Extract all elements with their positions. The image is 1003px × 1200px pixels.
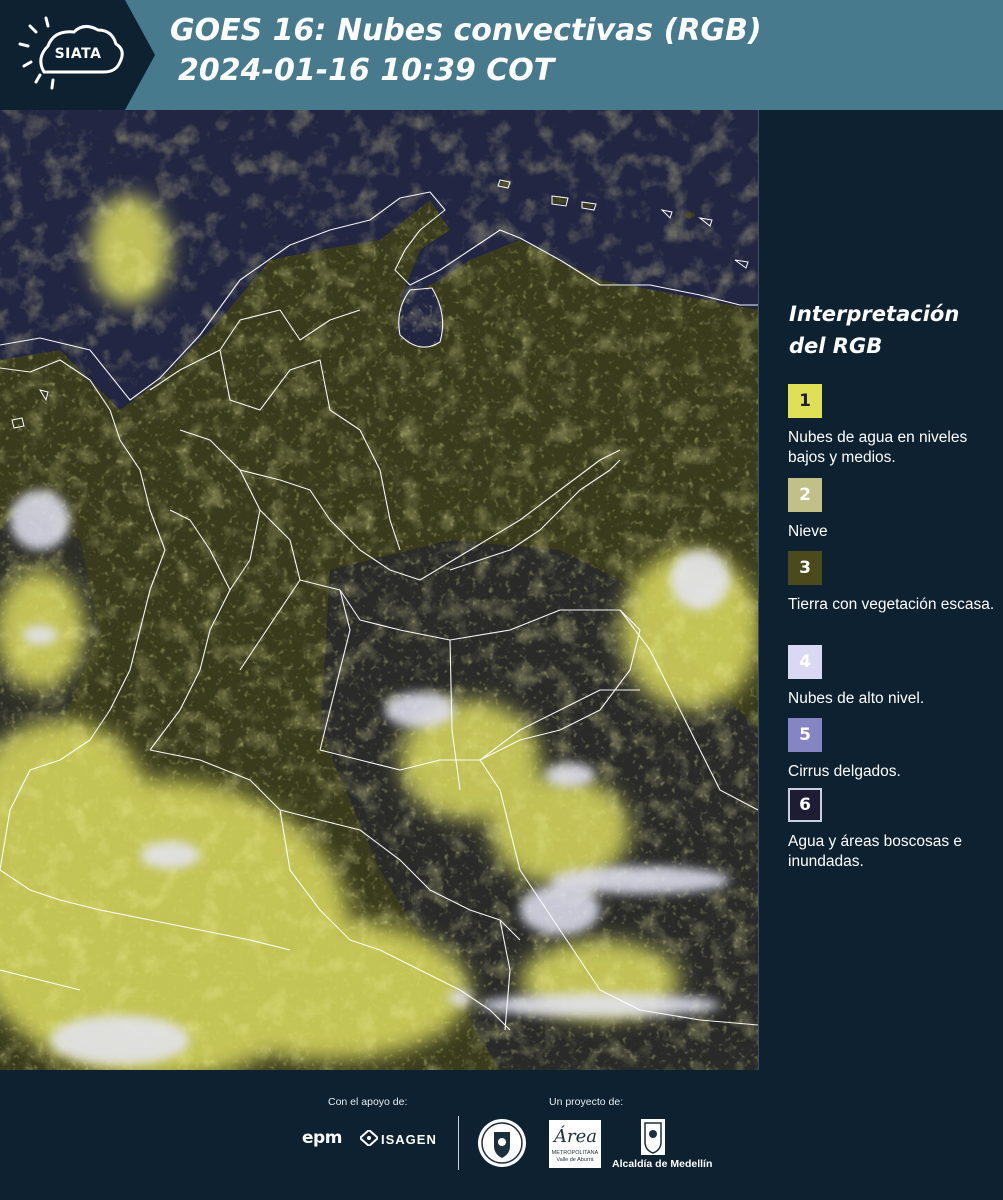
- epm-logo: epm: [302, 1128, 342, 1148]
- legend-item-4: 4 Nubes de alto nivel.: [788, 645, 998, 709]
- legend-label-6: Agua y áreas boscosas e inundadas.: [788, 833, 963, 870]
- legend-label-2: Nieve: [788, 523, 828, 540]
- satellite-map[interactable]: [0, 110, 759, 1070]
- page-title: GOES 16: Nubes convectivas (RGB): [170, 13, 762, 48]
- project-label: Un proyecto de:: [549, 1096, 624, 1108]
- support-label: Con el apoyo de:: [328, 1096, 408, 1108]
- page-timestamp: 2024-01-16 10:39 COT: [178, 53, 555, 88]
- siata-logo-text: SIATA: [54, 46, 102, 62]
- legend-item-5: 5 Cirrus delgados.: [788, 718, 998, 782]
- area-line-1: METROPOLITANA: [551, 1150, 599, 1156]
- satellite-image: [0, 110, 758, 1070]
- footer: Con el apoyo de: Un proyecto de: epm ISA…: [0, 1072, 1003, 1200]
- area-metropolitana-text: METROPOLITANA Valle de Aburrá: [549, 1150, 601, 1164]
- siata-logo: SIATA: [0, 0, 160, 110]
- isagen-icon: [360, 1130, 378, 1146]
- legend-swatch-3: 3: [788, 551, 822, 585]
- legend-item-6: 6 Agua y áreas boscosas e inundadas.: [788, 788, 998, 872]
- legend-title: Interpretación del RGB: [789, 302, 960, 358]
- legend-swatch-5: 5: [788, 718, 822, 752]
- legend-item-3: 3 Tierra con vegetación escasa.: [788, 551, 998, 615]
- legend-swatch-4: 4: [788, 645, 822, 679]
- alcaldia-medellin-label: Alcaldía de Medellín: [612, 1158, 713, 1170]
- footer-divider: [458, 1116, 459, 1170]
- legend-label-4: Nubes de alto nivel.: [788, 690, 925, 707]
- legend-item-2: 2 Nieve: [788, 478, 998, 542]
- legend-item-1: 1 Nubes de agua en niveles bajos y medio…: [788, 384, 998, 468]
- legend-label-5: Cirrus delgados.: [788, 763, 901, 780]
- area-line-2: Valle de Aburrá: [556, 1157, 594, 1163]
- medellin-seal-icon: [478, 1119, 526, 1167]
- header-bar: SIATA GOES 16: Nubes convectivas (RGB) 2…: [0, 0, 1003, 110]
- legend-label-1: Nubes de agua en niveles bajos y medios.: [788, 429, 968, 466]
- legend-swatch-1: 1: [788, 384, 822, 418]
- legend-swatch-2: 2: [788, 478, 822, 512]
- alcaldia-shield-icon: [641, 1119, 665, 1155]
- legend-label-3: Tierra con vegetación escasa.: [788, 596, 995, 613]
- isagen-logo: ISAGEN: [381, 1132, 437, 1147]
- legend-swatch-6: 6: [788, 788, 822, 822]
- area-metropolitana-script: Área: [554, 1126, 597, 1147]
